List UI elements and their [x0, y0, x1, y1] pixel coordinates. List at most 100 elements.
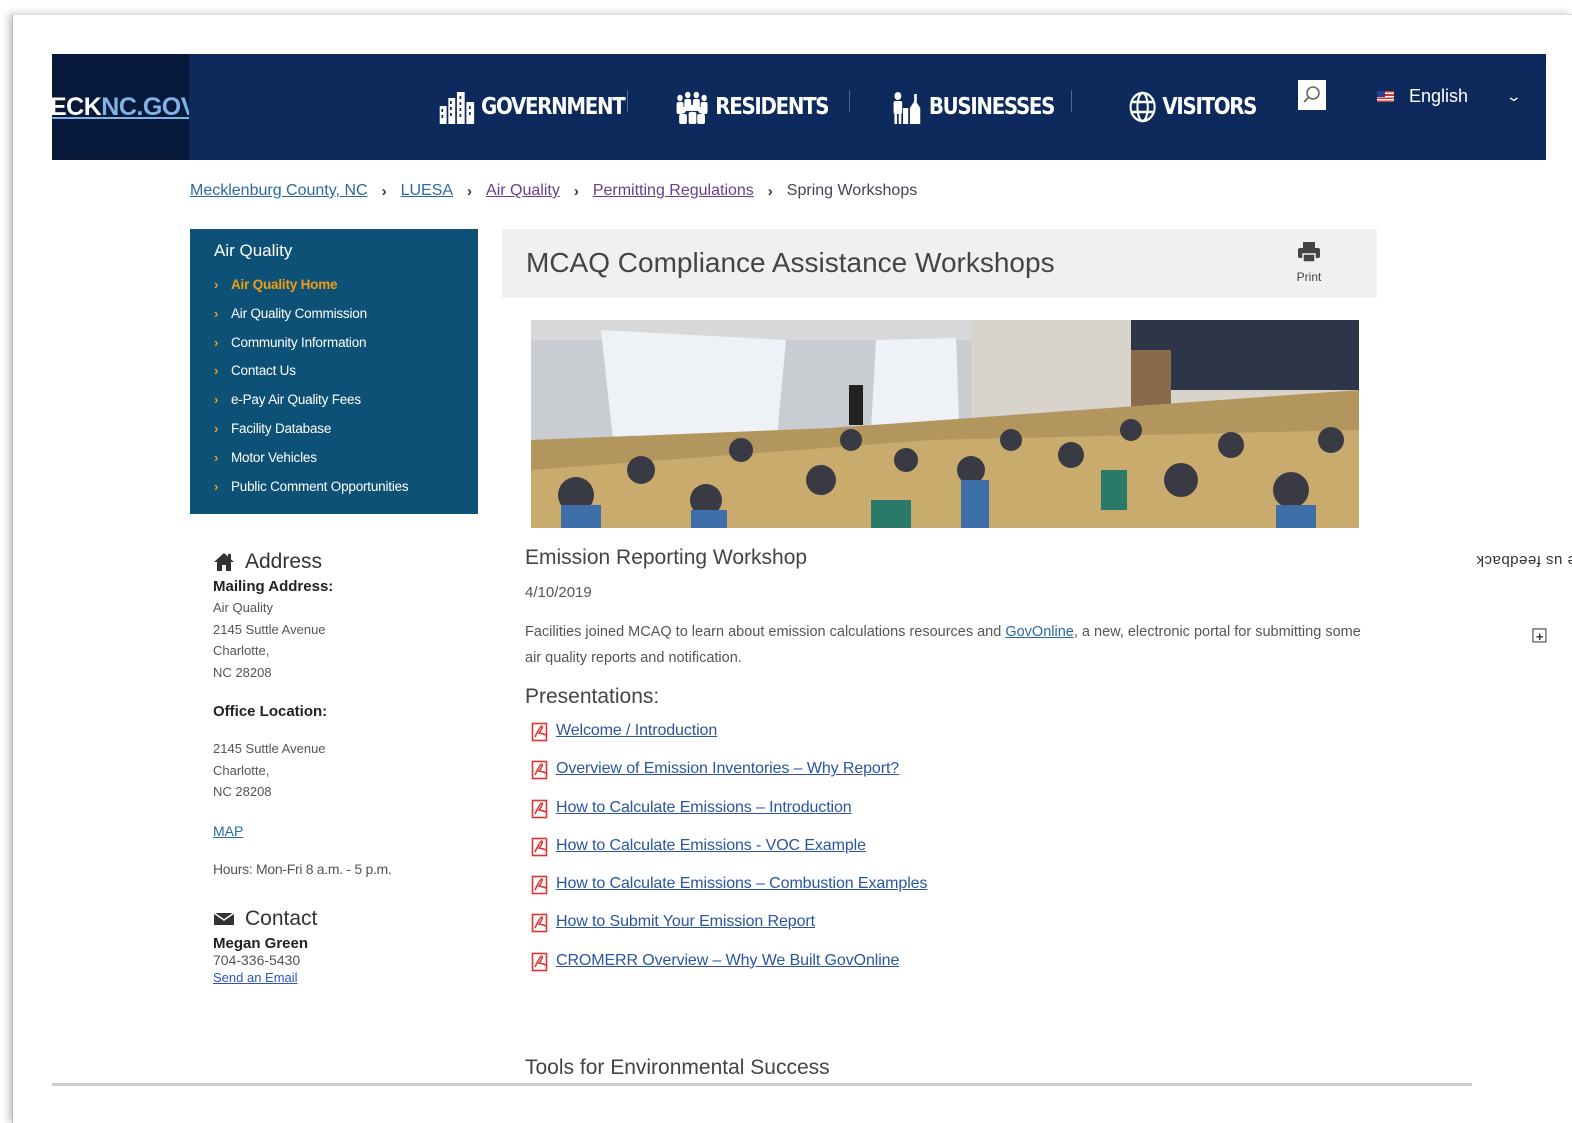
breadcrumb-link-county[interactable]: Mecklenburg County, NC: [190, 182, 368, 200]
sidebar-item-public-comment[interactable]: › Public Comment Opportunities: [214, 479, 478, 508]
page-title-bar: MCAQ Compliance Assistance Workshops Pri…: [502, 229, 1377, 298]
breadcrumb: Mecklenburg County, NC › LUESA › Air Qua…: [190, 182, 917, 200]
sidebar-item-epay[interactable]: › e-Pay Air Quality Fees: [214, 392, 478, 421]
site-logo[interactable]: ECKNC.GOV: [52, 54, 189, 160]
search-icon: [1303, 86, 1320, 103]
nav-visitors-label: VISITORS: [1162, 94, 1257, 120]
presentation-link[interactable]: How to Calculate Emissions – Combustion …: [556, 875, 927, 893]
nav-visitors[interactable]: VISITORS: [1128, 82, 1257, 132]
next-section-title: Tools for Environmental Success: [525, 1056, 830, 1079]
breadcrumb-separator-icon: ›: [767, 182, 773, 200]
sidebar-item-label: Air Quality Commission: [231, 305, 367, 321]
workshop-photo: [531, 320, 1359, 528]
logo-text-part2: NC.GOV: [101, 92, 189, 121]
pdf-icon: [531, 875, 548, 895]
language-selector[interactable]: English: [1377, 86, 1468, 107]
chevron-right-icon: ›: [214, 334, 219, 350]
presentations-heading: Presentations:: [525, 685, 660, 708]
sidebar-nav: Air Quality › Air Quality Home › Air Quali…: [190, 229, 478, 514]
description-text: Facilities joined MCAQ to learn about em…: [525, 624, 1006, 640]
feedback-label: Give us feedback: [1476, 551, 1572, 569]
mailing-line: Air Quality: [213, 600, 273, 615]
list-item: How to Calculate Emissions – Combustion …: [531, 875, 927, 913]
page-title: MCAQ Compliance Assistance Workshops: [526, 247, 1055, 278]
office-line: NC 28208: [213, 784, 272, 799]
mailing-line: 2145 Suttle Avenue: [213, 621, 326, 637]
office-line: Charlotte,: [213, 762, 270, 778]
chevron-down-icon[interactable]: ⌄: [1506, 88, 1522, 105]
sidebar-item-commission[interactable]: › Air Quality Commission: [214, 306, 478, 335]
sidebar-item-facility-database[interactable]: › Facility Database: [214, 421, 478, 450]
us-flag-icon: [1377, 91, 1394, 102]
nav-divider: [849, 90, 850, 112]
breadcrumb-separator-icon: ›: [381, 182, 387, 200]
contact-heading-text: Contact: [245, 906, 318, 930]
businesses-icon: [893, 92, 921, 124]
sidebar-item-label: Air Quality Home: [231, 277, 338, 292]
home-icon: [214, 553, 234, 571]
pdf-icon: [531, 914, 548, 933]
breadcrumb-link-permitting[interactable]: Permitting Regulations: [593, 182, 754, 200]
printer-icon: [1298, 242, 1320, 263]
pdf-icon: [531, 722, 548, 742]
feedback-tab[interactable]: + Give us feedback: [1476, 480, 1572, 660]
nav-businesses[interactable]: BUSINESSES: [891, 82, 1056, 132]
language-label: English: [1409, 86, 1469, 106]
logo-text-part1: ECK: [52, 92, 102, 121]
sidebar-item-motor-vehicles[interactable]: › Motor Vehicles: [214, 450, 478, 479]
contact-phone: 704-336-5430: [213, 951, 301, 968]
list-item: How to Submit Your Emission Report: [531, 913, 927, 951]
address-heading-text: Address: [245, 550, 323, 573]
chevron-right-icon: ›: [214, 363, 219, 379]
print-button[interactable]: Print: [1289, 241, 1329, 284]
chevron-right-icon: ›: [214, 420, 219, 436]
globe-icon: [1129, 91, 1156, 123]
breadcrumb-link-air-quality[interactable]: Air Quality: [486, 182, 560, 200]
presentation-link[interactable]: How to Calculate Emissions - VOC Example: [556, 837, 866, 855]
presentation-link[interactable]: CROMERR Overview – Why We Built GovOnlin…: [556, 952, 899, 970]
chevron-right-icon: ›: [214, 305, 219, 321]
nav-government[interactable]: GOVERNMENT: [438, 82, 626, 132]
presentation-link[interactable]: How to Calculate Emissions – Introductio…: [556, 799, 852, 817]
breadcrumb-current: Spring Workshops: [786, 182, 918, 199]
presentation-link[interactable]: How to Submit Your Emission Report: [556, 913, 815, 931]
list-item: Welcome / Introduction: [531, 722, 927, 760]
mailing-address-label: Mailing Address:: [213, 578, 334, 595]
envelope-icon: [213, 911, 235, 925]
sidebar-item-label: e-Pay Air Quality Fees: [231, 392, 361, 408]
nav-residents[interactable]: RESIDENTS: [674, 82, 830, 132]
sidebar-item-contact-us[interactable]: › Contact Us: [214, 363, 478, 392]
chevron-right-icon: ›: [214, 392, 219, 408]
sidebar-item-air-quality-home[interactable]: › Air Quality Home: [214, 277, 478, 306]
contact-name: Megan Green: [213, 934, 309, 952]
pdf-icon: [531, 952, 548, 972]
sidebar-title[interactable]: Air Quality: [214, 241, 478, 261]
send-email-link[interactable]: Send an Email: [213, 970, 298, 985]
office-hours: Hours: Mon-Fri 8 a.m. - 5 p.m.: [213, 860, 392, 877]
contact-heading: Contact: [213, 907, 483, 931]
plus-box-icon: +: [1532, 627, 1547, 644]
presentation-link[interactable]: Overview of Emission Inventories – Why R…: [556, 760, 899, 778]
breadcrumb-separator-icon: ›: [467, 182, 473, 200]
search-button[interactable]: [1298, 80, 1326, 110]
office-location-label: Office Location:: [213, 703, 328, 720]
address-heading: Address: [213, 550, 483, 574]
sidebar-item-label: Facility Database: [231, 420, 332, 436]
presentation-link[interactable]: Welcome / Introduction: [556, 722, 717, 740]
sidebar-item-label: Motor Vehicles: [231, 449, 317, 465]
government-icon: [439, 92, 475, 124]
list-item: Overview of Emission Inventories – Why R…: [531, 760, 927, 798]
map-link[interactable]: MAP: [213, 823, 243, 839]
presentation-list: Welcome / Introduction Overview of Emiss…: [531, 722, 927, 990]
list-item: How to Calculate Emissions – Introductio…: [531, 799, 927, 837]
nav-businesses-label: BUSINESSES: [928, 94, 1056, 120]
govonline-link[interactable]: GovOnline: [1005, 624, 1074, 640]
nav-residents-label: RESIDENTS: [715, 94, 829, 120]
mailing-line: NC 28208: [213, 664, 272, 680]
sidebar-item-community-info[interactable]: › Community Information: [214, 335, 478, 364]
office-line: 2145 Suttle Avenue: [213, 741, 326, 756]
pdf-icon: [531, 837, 548, 857]
print-label: Print: [1296, 270, 1322, 284]
pdf-icon: [531, 760, 548, 780]
breadcrumb-link-luesa[interactable]: LUESA: [401, 182, 453, 200]
